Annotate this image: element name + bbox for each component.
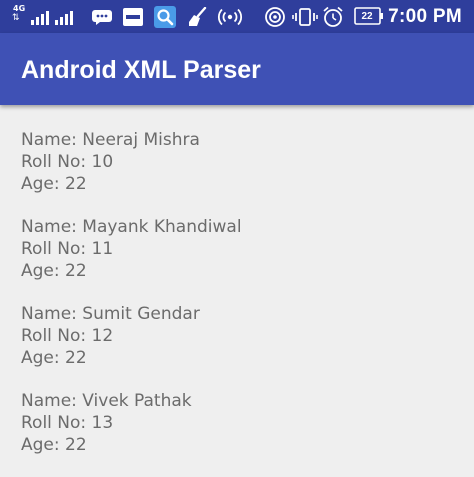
list-item: Name: Vivek Pathak Roll No: 13 Age: 22	[21, 390, 461, 456]
vibrate-icon	[291, 0, 319, 33]
cleaner-broom-icon	[185, 0, 211, 33]
list-item: Name: Neeraj Mishra Roll No: 10 Age: 22	[21, 129, 461, 195]
network-type-label: 4G	[13, 4, 26, 13]
wifi-hotspot-icon	[263, 0, 287, 33]
message-icon	[90, 0, 114, 33]
student-list: Name: Neeraj Mishra Roll No: 10 Age: 22 …	[21, 129, 461, 477]
app-bar: Android XML Parser	[0, 33, 474, 105]
battery-level: 22	[361, 11, 373, 22]
list-item: Name: Mayank Khandiwal Roll No: 11 Age: …	[21, 216, 461, 282]
student-roll-no: Roll No: 13	[21, 413, 114, 433]
student-name: Name: Neeraj Mishra	[21, 130, 200, 150]
student-name: Name: Vivek Pathak	[21, 391, 192, 411]
list-item: Name: Sumit Gendar Roll No: 12 Age: 22	[21, 303, 461, 369]
student-name: Name: Sumit Gendar	[21, 304, 200, 324]
app-title: Android XML Parser	[21, 56, 261, 84]
student-age: Age: 22	[21, 435, 87, 455]
student-roll-no: Roll No: 12	[21, 326, 114, 346]
student-roll-no: Roll No: 10	[21, 152, 114, 172]
alarm-icon	[320, 0, 346, 33]
paytm-icon	[121, 0, 145, 33]
upload-download-arrows-icon: ⇅	[12, 13, 20, 23]
student-roll-no: Roll No: 11	[21, 239, 114, 259]
student-age: Age: 22	[21, 174, 87, 194]
signal-bars-icon	[30, 0, 54, 33]
student-age: Age: 22	[21, 261, 87, 281]
battery-icon: 22	[353, 0, 385, 33]
status-bar: 4G ⇅ 22 7:00 PM	[0, 0, 474, 33]
student-name: Name: Mayank Khandiwal	[21, 217, 242, 237]
student-age: Age: 22	[21, 348, 87, 368]
search-icon	[152, 0, 178, 33]
hotspot-broadcast-icon	[216, 0, 244, 33]
signal-bars-icon	[54, 0, 78, 33]
status-clock: 7:00 PM	[388, 6, 462, 27]
